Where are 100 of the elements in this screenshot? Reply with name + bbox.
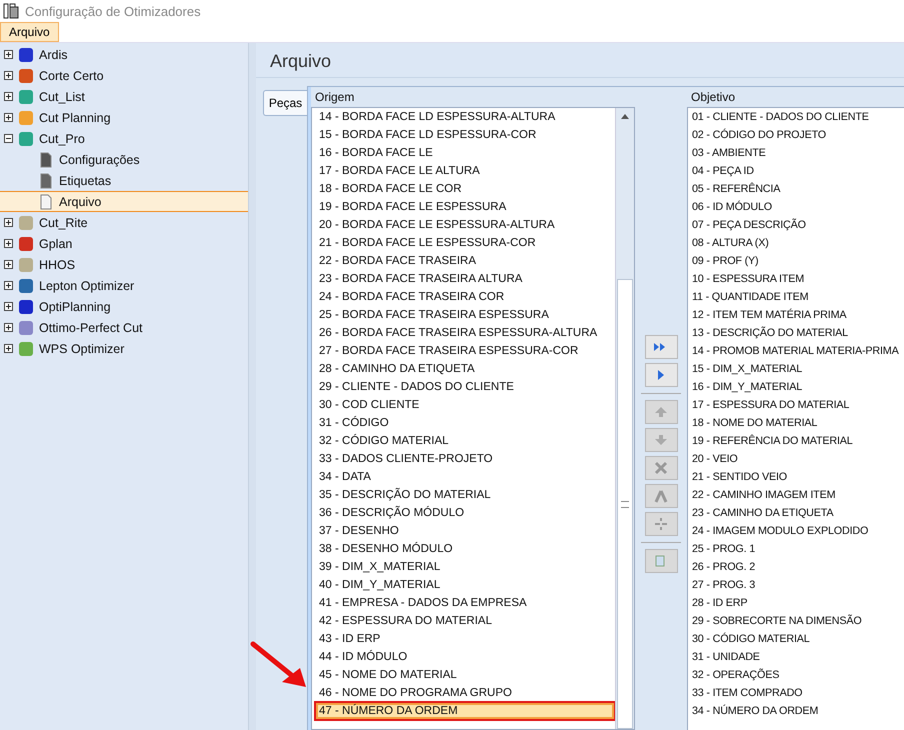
list-item[interactable]: 05 - REFERÊNCIA — [690, 180, 904, 198]
tree-item[interactable]: Cut_List — [0, 86, 248, 107]
list-item[interactable]: 23 - BORDA FACE TRASEIRA ALTURA — [315, 270, 615, 288]
list-item[interactable]: 16 - BORDA FACE LE — [315, 144, 615, 162]
list-item[interactable]: 33 - ITEM COMPRADO — [690, 684, 904, 702]
list-item[interactable]: 28 - CAMINHO DA ETIQUETA — [315, 360, 615, 378]
list-item[interactable]: 34 - DATA — [315, 468, 615, 486]
list-item[interactable]: 12 - ITEM TEM MATÉRIA PRIMA — [690, 306, 904, 324]
list-item[interactable]: 18 - NOME DO MATERIAL — [690, 414, 904, 432]
list-item[interactable]: 15 - DIM_X_MATERIAL — [690, 360, 904, 378]
expander-icon[interactable] — [4, 113, 13, 122]
list-item[interactable]: 32 - OPERAÇÕES — [690, 666, 904, 684]
list-item[interactable]: 29 - SOBRECORTE NA DIMENSÃO — [690, 612, 904, 630]
list-item[interactable]: 20 - BORDA FACE LE ESPESSURA-ALTURA — [315, 216, 615, 234]
list-item[interactable]: 41 - EMPRESA - DADOS DA EMPRESA — [315, 594, 615, 612]
list-item[interactable]: 47 - NÚMERO DA ORDEM — [315, 702, 615, 720]
list-item[interactable]: 18 - BORDA FACE LE COR — [315, 180, 615, 198]
scroll-up-icon[interactable] — [621, 114, 629, 119]
add-button[interactable] — [644, 363, 678, 387]
tree-item[interactable]: Ottimo-Perfect Cut — [0, 317, 248, 338]
expander-icon[interactable] — [4, 302, 13, 311]
tree-item[interactable]: Ardis — [0, 44, 248, 65]
list-item[interactable]: 25 - PROG. 1 — [690, 540, 904, 558]
list-item[interactable]: 02 - CÓDIGO DO PROJETO — [690, 126, 904, 144]
list-item[interactable]: 34 - NÚMERO DA ORDEM — [690, 702, 904, 720]
list-item[interactable]: 28 - ID ERP — [690, 594, 904, 612]
list-item[interactable]: 19 - REFERÊNCIA DO MATERIAL — [690, 432, 904, 450]
list-item[interactable]: 27 - BORDA FACE TRASEIRA ESPESSURA-COR — [315, 342, 615, 360]
list-item[interactable]: 38 - DESENHO MÓDULO — [315, 540, 615, 558]
list-item[interactable]: 35 - DESCRIÇÃO DO MATERIAL — [315, 486, 615, 504]
list-item[interactable]: 07 - PEÇA DESCRIÇÃO — [690, 216, 904, 234]
list-item[interactable]: 44 - ID MÓDULO — [315, 648, 615, 666]
list-item[interactable]: 45 - NOME DO MATERIAL — [315, 666, 615, 684]
list-item[interactable]: 06 - ID MÓDULO — [690, 198, 904, 216]
list-item[interactable]: 10 - ESPESSURA ITEM — [690, 270, 904, 288]
tree-item[interactable]: Corte Certo — [0, 65, 248, 86]
expander-icon[interactable] — [4, 218, 13, 227]
list-item[interactable]: 40 - DIM_Y_MATERIAL — [315, 576, 615, 594]
expander-icon[interactable] — [4, 344, 13, 353]
list-item[interactable]: 31 - UNIDADE — [690, 648, 904, 666]
scrollbar[interactable] — [615, 108, 634, 729]
tree-item[interactable]: Cut_Pro — [0, 128, 248, 149]
tree-item[interactable]: WPS Optimizer — [0, 338, 248, 359]
list-item[interactable]: 24 - IMAGEM MODULO EXPLODIDO — [690, 522, 904, 540]
list-item[interactable]: 29 - CLIENTE - DADOS DO CLIENTE — [315, 378, 615, 396]
list-item[interactable]: 01 - CLIENTE - DADOS DO CLIENTE — [690, 108, 904, 126]
list-item[interactable]: 13 - DESCRIÇÃO DO MATERIAL — [690, 324, 904, 342]
list-item[interactable]: 46 - NOME DO PROGRAMA GRUPO — [315, 684, 615, 702]
list-item[interactable]: 21 - SENTIDO VEIO — [690, 468, 904, 486]
list-item[interactable]: 22 - CAMINHO IMAGEM ITEM — [690, 486, 904, 504]
expander-icon[interactable] — [4, 71, 13, 80]
list-item[interactable]: 37 - DESENHO — [315, 522, 615, 540]
list-item[interactable]: 14 - BORDA FACE LD ESPESSURA-ALTURA — [315, 108, 615, 126]
list-item[interactable]: 30 - CÓDIGO MATERIAL — [690, 630, 904, 648]
tree-item[interactable]: Arquivo — [0, 191, 248, 212]
list-item[interactable]: 42 - ESPESSURA DO MATERIAL — [315, 612, 615, 630]
tree-item[interactable]: Etiquetas — [0, 170, 248, 191]
list-item[interactable]: 43 - ID ERP — [315, 630, 615, 648]
menu-item[interactable]: Arquivo — [0, 22, 59, 42]
list-item[interactable]: 36 - DESCRIÇÃO MÓDULO — [315, 504, 615, 522]
tree-item[interactable]: HHOS — [0, 254, 248, 275]
list-item[interactable]: 23 - CAMINHO DA ETIQUETA — [690, 504, 904, 522]
tree-item[interactable]: Lepton Optimizer — [0, 275, 248, 296]
list-item[interactable]: 17 - BORDA FACE LE ALTURA — [315, 162, 615, 180]
list-item[interactable]: 09 - PROF (Y) — [690, 252, 904, 270]
list-item[interactable]: 26 - BORDA FACE TRASEIRA ESPESSURA-ALTURA — [315, 324, 615, 342]
list-item[interactable]: 19 - BORDA FACE LE ESPESSURA — [315, 198, 615, 216]
tree-item[interactable]: OptiPlanning — [0, 296, 248, 317]
expander-icon[interactable] — [4, 260, 13, 269]
list-item[interactable]: 15 - BORDA FACE LD ESPESSURA-COR — [315, 126, 615, 144]
list-item[interactable]: 25 - BORDA FACE TRASEIRA ESPESSURA — [315, 306, 615, 324]
list-item[interactable]: 39 - DIM_X_MATERIAL — [315, 558, 615, 576]
list-item[interactable]: 30 - COD CLIENTE — [315, 396, 615, 414]
expander-icon[interactable] — [4, 281, 13, 290]
list-item[interactable]: 27 - PROG. 3 — [690, 576, 904, 594]
expander-icon[interactable] — [4, 92, 13, 101]
list-item[interactable]: 14 - PROMOB MATERIAL MATERIA-PRIMA — [690, 342, 904, 360]
list-item[interactable]: 03 - AMBIENTE — [690, 144, 904, 162]
tree-item[interactable]: Gplan — [0, 233, 248, 254]
list-item[interactable]: 22 - BORDA FACE TRASEIRA — [315, 252, 615, 270]
list-item[interactable]: 31 - CÓDIGO — [315, 414, 615, 432]
tree-item[interactable]: Cut Planning — [0, 107, 248, 128]
list-item[interactable]: 08 - ALTURA (X) — [690, 234, 904, 252]
list-item[interactable]: 24 - BORDA FACE TRASEIRA COR — [315, 288, 615, 306]
expander-icon[interactable] — [4, 50, 13, 59]
list-item[interactable]: 32 - CÓDIGO MATERIAL — [315, 432, 615, 450]
expander-icon[interactable] — [4, 239, 13, 248]
list-item[interactable]: 17 - ESPESSURA DO MATERIAL — [690, 396, 904, 414]
list-item[interactable]: 11 - QUANTIDADE ITEM — [690, 288, 904, 306]
tree-item[interactable]: Configurações — [0, 149, 248, 170]
list-item[interactable]: 21 - BORDA FACE LE ESPESSURA-COR — [315, 234, 615, 252]
tree-item[interactable]: Cut_Rite — [0, 212, 248, 233]
expander-icon[interactable] — [4, 323, 13, 332]
tab[interactable]: Peças — [263, 90, 307, 116]
list-item[interactable]: 33 - DADOS CLIENTE-PROJETO — [315, 450, 615, 468]
list-item[interactable]: 16 - DIM_Y_MATERIAL — [690, 378, 904, 396]
list-item[interactable]: 04 - PEÇA ID — [690, 162, 904, 180]
expander-icon[interactable] — [4, 134, 13, 143]
list-item[interactable]: 26 - PROG. 2 — [690, 558, 904, 576]
list-item[interactable]: 20 - VEIO — [690, 450, 904, 468]
